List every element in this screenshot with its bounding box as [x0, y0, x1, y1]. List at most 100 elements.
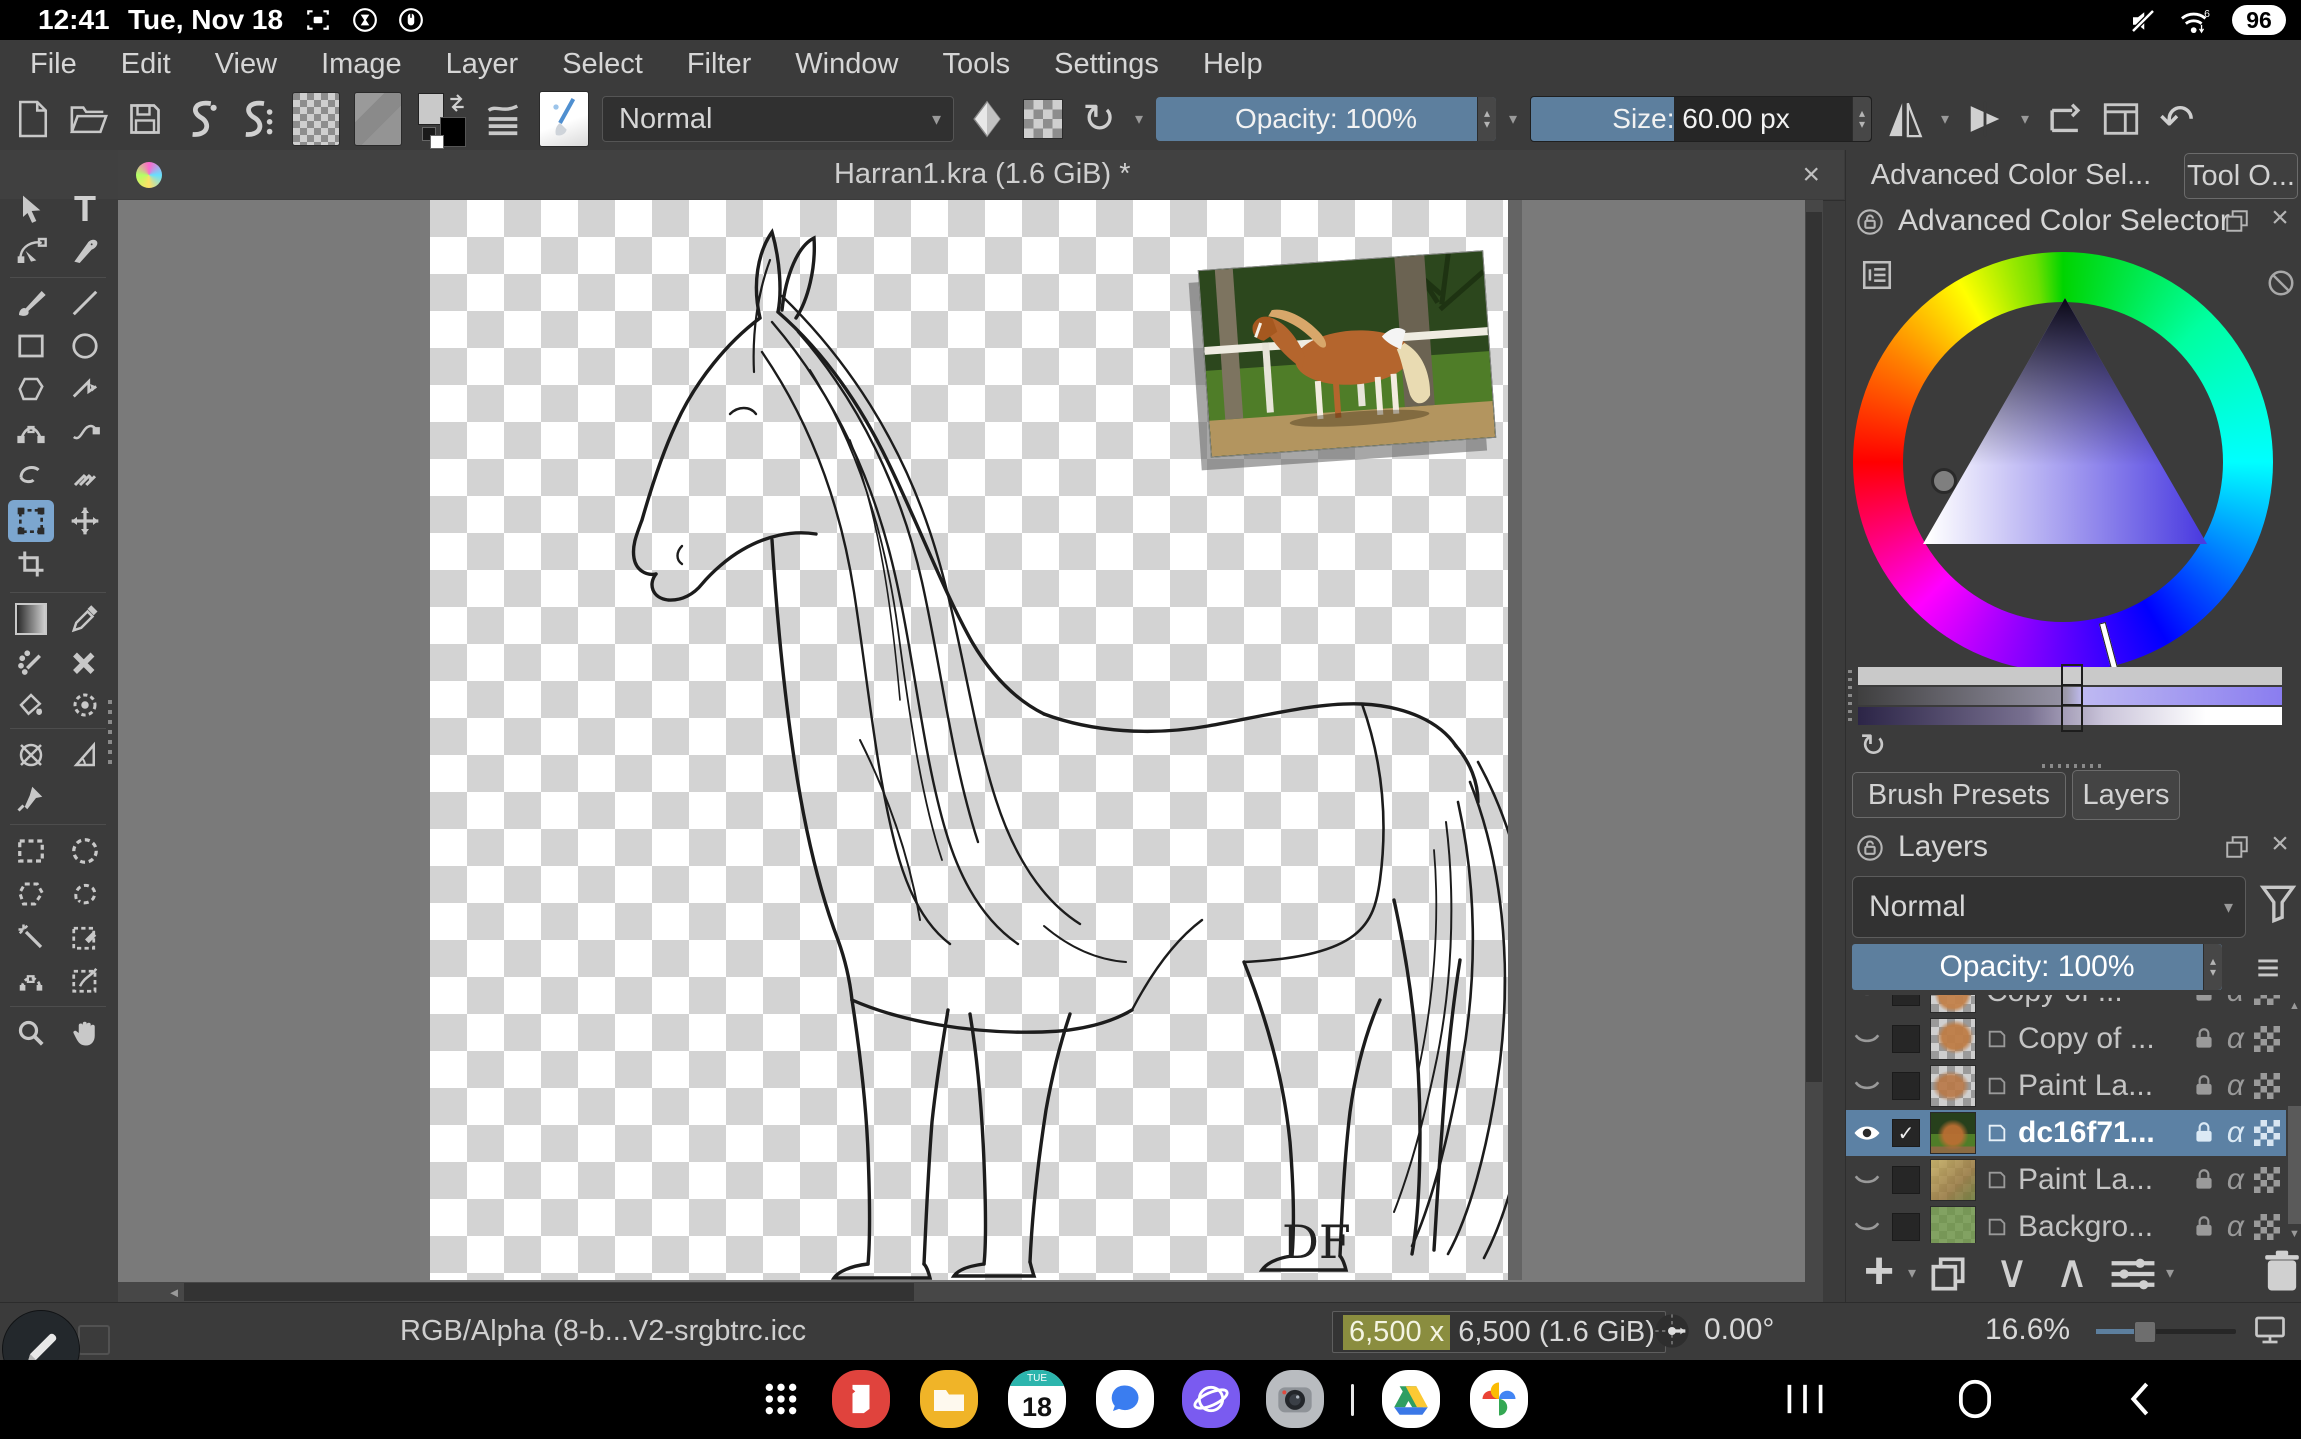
hue-marker[interactable]: [2099, 622, 2118, 670]
tool-polyline[interactable]: [62, 368, 108, 410]
tool-rectangle[interactable]: [8, 325, 54, 367]
chevron-down-icon[interactable]: ▾: [1904, 1258, 1920, 1288]
nav-back-button[interactable]: [2105, 1370, 2175, 1428]
layer-properties-button[interactable]: [2108, 1252, 2158, 1301]
layer-scroll-thumb[interactable]: [2288, 1106, 2301, 1224]
tool-rect-select[interactable]: [8, 830, 54, 872]
float-docker-icon[interactable]: [2224, 834, 2250, 865]
tool-dynamic-brush[interactable]: [8, 454, 54, 496]
move-layer-up-button[interactable]: ∧: [2046, 1246, 2098, 1296]
tool-bezier-select[interactable]: [8, 959, 54, 1001]
float-docker-icon[interactable]: [2224, 208, 2250, 239]
eye-closed-icon[interactable]: [1852, 995, 1882, 1004]
toolbox-splitter-handle[interactable]: [108, 700, 112, 764]
tool-zoom[interactable]: [8, 1012, 54, 1054]
tool-calligraphy[interactable]: [62, 230, 108, 272]
inherit-alpha-icon[interactable]: [2254, 1073, 2280, 1099]
layer-opacity-slider[interactable]: Opacity: 100% ▴▾: [1852, 944, 2222, 990]
inherit-alpha-icon[interactable]: [2254, 1120, 2280, 1146]
horizontal-scroll-thumb[interactable]: [184, 1283, 914, 1301]
selector-settings-icon[interactable]: [1860, 258, 1894, 297]
tool-fill[interactable]: [8, 684, 54, 726]
tool-polygon-select[interactable]: [8, 873, 54, 915]
layer-row[interactable]: Paint La... α: [1846, 1063, 2286, 1109]
tool-color-sampler[interactable]: [62, 598, 108, 640]
layer-opacity-spinner[interactable]: ▴▾: [2203, 944, 2222, 990]
menu-window[interactable]: Window: [773, 48, 920, 81]
size-spinner[interactable]: ▴▾: [1852, 97, 1871, 141]
canvas-viewport[interactable]: DF: [118, 200, 1823, 1302]
wrap-around-mode-button[interactable]: [2042, 95, 2088, 143]
slider-drag-dots[interactable]: [1848, 670, 1852, 726]
tool-pan[interactable]: [62, 1012, 108, 1054]
reference-photo[interactable]: [1198, 250, 1496, 457]
tool-measure[interactable]: [62, 734, 108, 776]
canvas-rotation-icon[interactable]: [1652, 1311, 1692, 1356]
close-icon[interactable]: ×: [2266, 828, 2294, 860]
duplicate-layer-button[interactable]: [1926, 1252, 1970, 1301]
menu-help[interactable]: Help: [1181, 48, 1285, 81]
dynamic-stroke-icon[interactable]: [234, 95, 280, 143]
messages-app-icon[interactable]: [1096, 1370, 1154, 1428]
layer-list-menu-icon[interactable]: ≡: [2246, 946, 2290, 990]
chevron-down-icon[interactable]: ▾: [1132, 109, 1146, 129]
tool-smart-patch[interactable]: [8, 641, 54, 683]
swap-colors-icon[interactable]: [446, 91, 468, 115]
color-history-refresh-icon[interactable]: ↻: [1856, 728, 1890, 762]
tool-text[interactable]: T: [62, 188, 108, 230]
tool-edit-shapes[interactable]: [8, 230, 54, 272]
menu-settings[interactable]: Settings: [1032, 48, 1181, 81]
chevron-down-icon[interactable]: ▾: [1938, 109, 1952, 129]
tool-gradient[interactable]: [8, 598, 54, 640]
layer-row[interactable]: Copy of ... α: [1846, 995, 2286, 1015]
mirror-vertical-button[interactable]: [1962, 95, 2008, 143]
app-drawer-button[interactable]: [752, 1370, 810, 1428]
layer-enabled-checkbox[interactable]: [1892, 1072, 1920, 1100]
horizontal-scrollbar[interactable]: ◄: [118, 1282, 1806, 1302]
size-slider[interactable]: Size: 60.00 px ▴▾: [1530, 96, 1872, 142]
foreground-background-colors[interactable]: [414, 91, 470, 147]
tool-multibrush[interactable]: [62, 454, 108, 496]
delete-layer-button[interactable]: [2262, 1248, 2301, 1299]
chevron-down-icon[interactable]: ▾: [2018, 109, 2032, 129]
tool-crop[interactable]: [8, 543, 54, 585]
common-color-slider-3[interactable]: [1858, 707, 2282, 725]
tab-tool-options[interactable]: Tool O...: [2184, 153, 2298, 199]
color-profile-label[interactable]: RGB/Alpha (8-b...V2-srgbtrc.icc: [400, 1315, 806, 1348]
open-document-button[interactable]: [66, 95, 112, 143]
lock-docker-icon[interactable]: [1856, 834, 1884, 867]
tool-assistants[interactable]: [8, 734, 54, 776]
tool-polygon[interactable]: [8, 368, 54, 410]
alpha-icon[interactable]: α: [2227, 1069, 2244, 1103]
vertical-scroll-thumb[interactable]: [1806, 212, 1822, 1082]
inherit-alpha-icon[interactable]: [2254, 1167, 2280, 1193]
close-icon[interactable]: ×: [1802, 158, 1820, 192]
common-color-slider-2[interactable]: [1858, 687, 2282, 705]
close-icon[interactable]: ×: [2266, 202, 2294, 234]
gradient-chip[interactable]: [290, 95, 342, 143]
no-color-icon[interactable]: [2266, 268, 2296, 303]
tab-layers[interactable]: Layers: [2072, 770, 2180, 820]
menu-layer[interactable]: Layer: [424, 48, 541, 81]
tool-transform[interactable]: [8, 500, 54, 542]
layer-row-selected[interactable]: ✓ dc16f71... α: [1846, 1110, 2286, 1156]
layer-blending-mode-dropdown[interactable]: Normal ▾: [1852, 876, 2246, 938]
nav-home-button[interactable]: [1940, 1370, 2010, 1428]
tool-ellipse-select[interactable]: [62, 830, 108, 872]
alpha-icon[interactable]: α: [2227, 1210, 2244, 1243]
show-dockers-button[interactable]: [2098, 95, 2144, 143]
eye-closed-icon[interactable]: [1852, 1027, 1882, 1051]
scroll-down-icon[interactable]: ▼: [2287, 1226, 2301, 1242]
layer-row[interactable]: Copy of ... α: [1846, 1016, 2286, 1062]
notes-app-icon[interactable]: [832, 1370, 890, 1428]
layer-enabled-checkbox[interactable]: [1892, 1213, 1920, 1241]
alpha-icon[interactable]: α: [2227, 1116, 2244, 1150]
tool-select-shapes[interactable]: [8, 188, 54, 230]
layer-filter-icon[interactable]: [2258, 882, 2298, 931]
preserve-alpha-button[interactable]: [1020, 95, 1066, 143]
lock-icon[interactable]: [2191, 1167, 2217, 1193]
lock-icon[interactable]: [2191, 1026, 2217, 1052]
tool-ellipse[interactable]: [62, 325, 108, 367]
mirror-horizontal-button[interactable]: [1882, 95, 1928, 143]
inherit-alpha-icon[interactable]: [2254, 995, 2280, 1005]
